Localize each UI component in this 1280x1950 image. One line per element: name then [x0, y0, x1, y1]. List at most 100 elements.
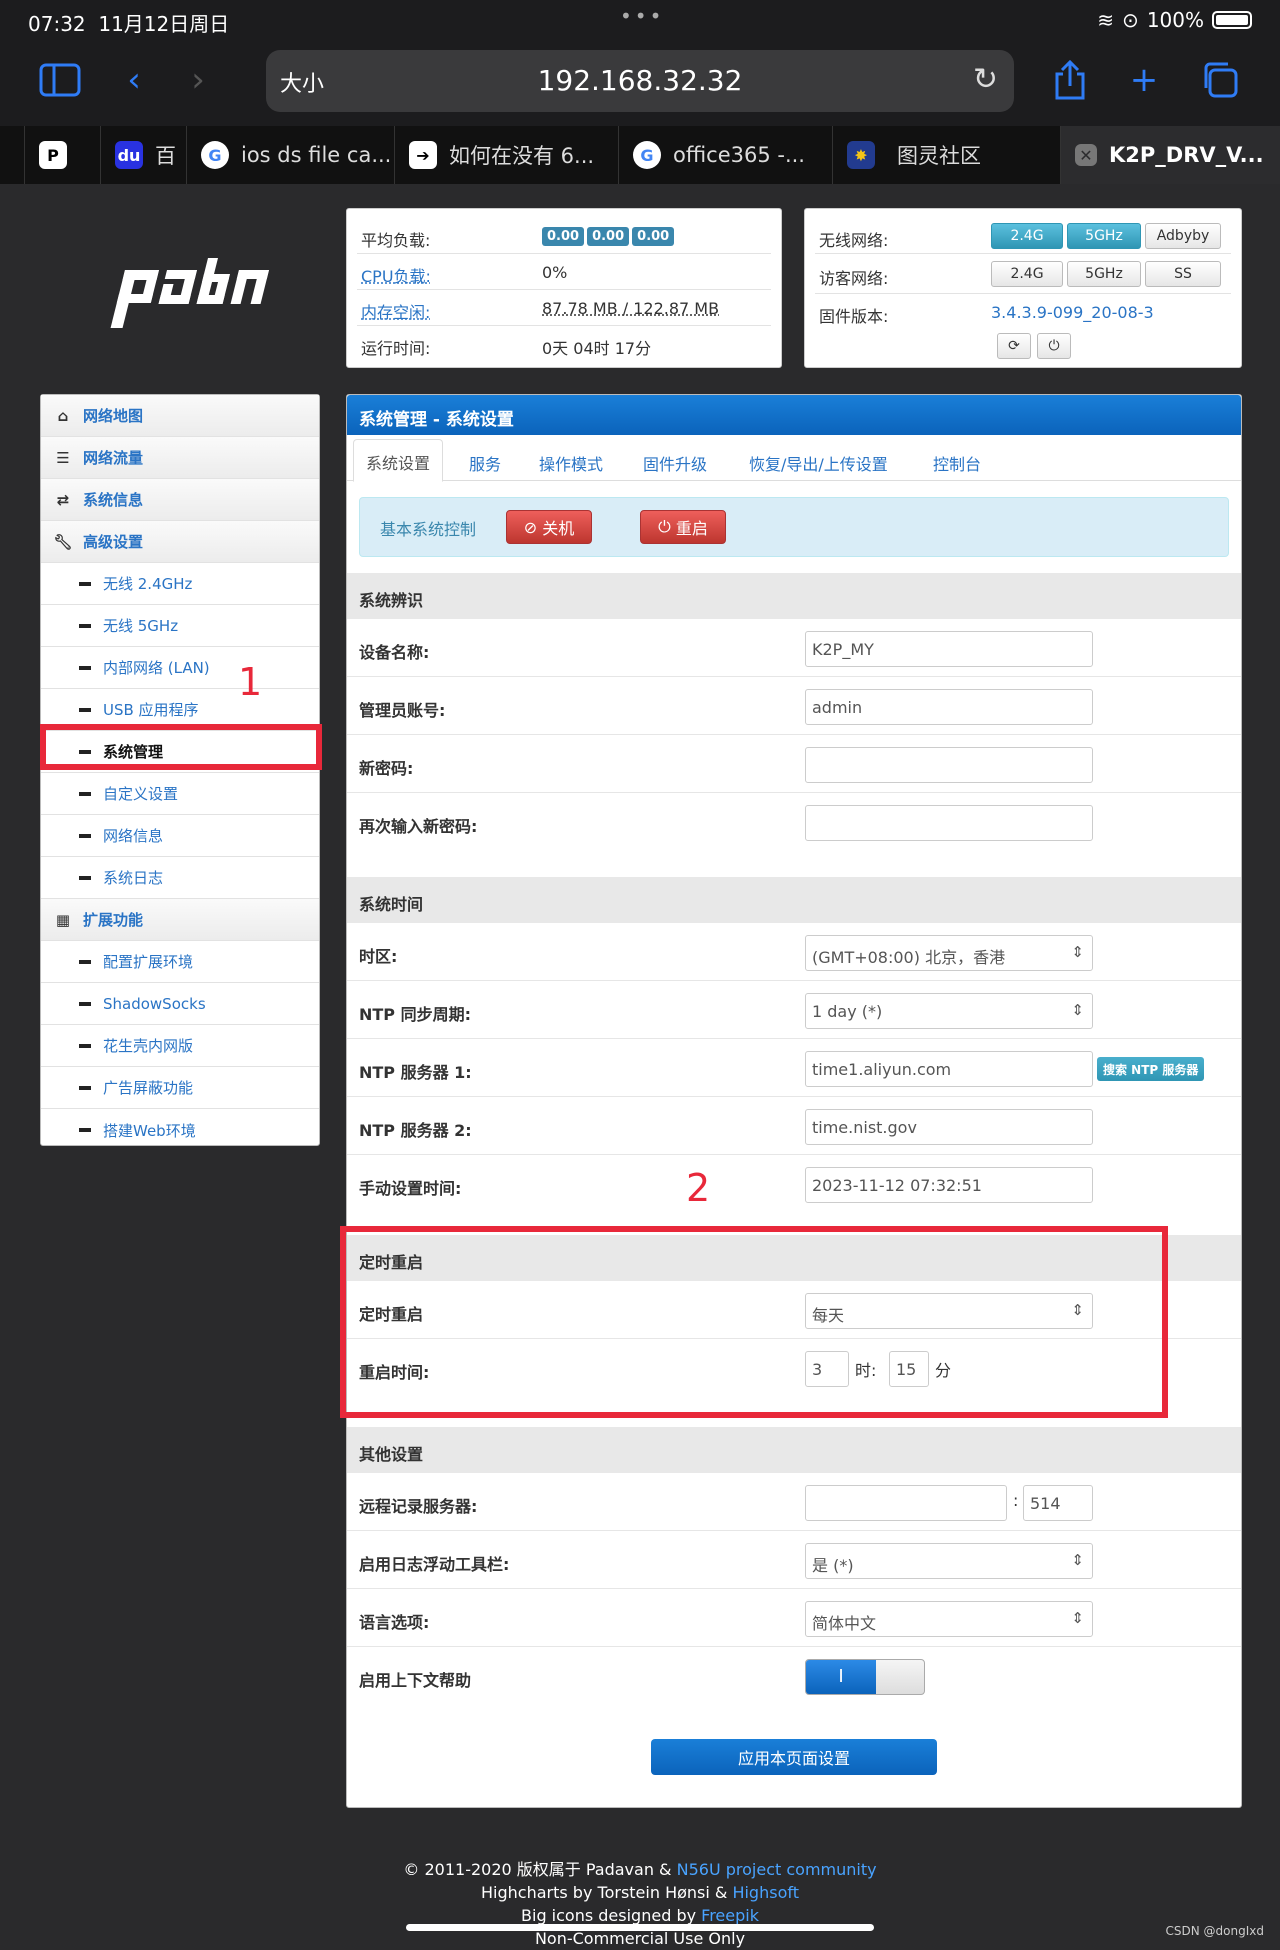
- sidebar-item-system-info[interactable]: ⇄ 系统信息: [41, 479, 319, 521]
- sidebar-item-custom[interactable]: 自定义设置: [41, 773, 319, 815]
- row-admin: 管理员账号:: [347, 677, 1241, 735]
- device-name-input[interactable]: [805, 631, 1093, 667]
- multitask-dots-icon[interactable]: •••: [620, 4, 664, 28]
- browser-tab[interactable]: G ios ds file ca...: [186, 126, 394, 184]
- wifi-2g-button[interactable]: 2.4G: [991, 223, 1063, 249]
- tab-console[interactable]: 控制台: [933, 451, 981, 475]
- row-new-password: 新密码:: [347, 735, 1241, 793]
- sidebar-item-traffic[interactable]: ☰ 网络流量: [41, 437, 319, 479]
- annotation-box-1: [40, 724, 322, 770]
- forward-icon[interactable]: ›: [174, 58, 222, 102]
- wrench-icon: 🔧︎: [53, 532, 73, 551]
- browser-tab[interactable]: ➔ 如何在没有 6...: [394, 126, 618, 184]
- admin-input[interactable]: [805, 689, 1093, 725]
- ntp2-label: NTP 服务器 2:: [359, 1121, 472, 1140]
- sidebar-item-lan[interactable]: 内部网络 (LAN): [41, 647, 319, 689]
- log-toolbar-select[interactable]: 是 (*): [805, 1543, 1093, 1579]
- sidebar-item-shadowsocks[interactable]: ShadowSocks: [41, 983, 319, 1025]
- reboot-button[interactable]: ⏻ 重启: [640, 510, 726, 544]
- ntp-period-select[interactable]: 1 day (*): [805, 993, 1093, 1029]
- browser-tab[interactable]: ✸ 图灵社区: [832, 126, 1060, 184]
- syslog-port-input[interactable]: [1023, 1485, 1093, 1521]
- share-icon[interactable]: [1046, 58, 1094, 102]
- sidebar-toggle-icon[interactable]: [36, 58, 84, 102]
- database-icon: ☰: [56, 448, 70, 467]
- ntp1-input[interactable]: [805, 1051, 1093, 1087]
- tab-firmware-upgrade[interactable]: 固件升级: [643, 451, 707, 475]
- guest-5g-button[interactable]: 5GHz: [1067, 261, 1141, 287]
- tab-restore-export[interactable]: 恢复/导出/上传设置: [749, 451, 888, 475]
- wifi-icon: ≋: [1097, 8, 1115, 32]
- tab-services[interactable]: 服务: [469, 451, 501, 475]
- browser-tab[interactable]: G office365 -...: [618, 126, 832, 184]
- wifi-5g-button[interactable]: 5GHz: [1067, 223, 1141, 249]
- highsoft-link[interactable]: Highsoft: [732, 1883, 799, 1902]
- row-language: 语言选项: 简体中文: [347, 1589, 1241, 1647]
- dash-icon: [79, 1128, 91, 1132]
- settings-tabs: 系统设置 服务 操作模式 固件升级 恢复/导出/上传设置 控制台: [347, 435, 1241, 482]
- browser-tab-strip: P du 百 G ios ds file ca... ➔ 如何在没有 6... …: [0, 126, 1280, 184]
- syslog-host-input[interactable]: [805, 1485, 1007, 1521]
- sidebar-item-oray[interactable]: 花生壳内网版: [41, 1025, 319, 1067]
- sidebar-item-advanced[interactable]: 🔧︎ 高级设置: [41, 521, 319, 563]
- apply-button[interactable]: 应用本页面设置: [651, 1739, 937, 1775]
- new-password-input[interactable]: [805, 747, 1093, 783]
- browser-tab-active[interactable]: ✕ K2P_DRV_V...: [1060, 126, 1280, 184]
- syslog-colon: :: [1013, 1491, 1019, 1510]
- row-ntp2: NTP 服务器 2:: [347, 1097, 1241, 1155]
- url-text[interactable]: 192.168.32.32: [266, 64, 1014, 97]
- status-time: 07:32 11月12日周日: [28, 12, 230, 36]
- tab-operation-mode[interactable]: 操作模式: [539, 451, 603, 475]
- new-tab-icon[interactable]: +: [1120, 58, 1168, 102]
- timezone-select[interactable]: (GMT+08:00) 北京，香港: [805, 935, 1093, 971]
- status-bar: 07:32 11月12日周日 ••• ≋ ⊙ 100%: [0, 0, 1280, 40]
- sidebar-item-adblock[interactable]: 广告屏蔽功能: [41, 1067, 319, 1109]
- uptime-label: 运行时间:: [361, 339, 431, 358]
- ss-button[interactable]: SS: [1145, 261, 1221, 287]
- n56u-community-link[interactable]: N56U project community: [677, 1860, 877, 1879]
- close-icon[interactable]: ✕: [1075, 144, 1097, 166]
- shutdown-button[interactable]: ⊘ 关机: [506, 510, 592, 544]
- manual-time-input[interactable]: [805, 1167, 1093, 1203]
- google-icon: G: [201, 141, 229, 169]
- home-indicator[interactable]: [406, 1924, 874, 1931]
- sidebar-item-network-info[interactable]: 网络信息: [41, 815, 319, 857]
- sidebar-item-wireless-5[interactable]: 无线 5GHz: [41, 605, 319, 647]
- adbyby-button[interactable]: Adbyby: [1145, 223, 1221, 249]
- page-title: 系统管理 - 系统设置: [347, 395, 1241, 435]
- row-syslog-server: 远程记录服务器: :: [347, 1473, 1241, 1531]
- search-ntp-button[interactable]: 搜索 NTP 服务器: [1097, 1057, 1205, 1081]
- dash-icon: [79, 665, 91, 670]
- guest-2g-button[interactable]: 2.4G: [991, 261, 1063, 287]
- browser-tab[interactable]: du 百: [100, 126, 186, 184]
- load-badge: 0.00: [587, 227, 630, 246]
- power-icon[interactable]: ⏻: [1037, 333, 1071, 359]
- confirm-password-input[interactable]: [805, 805, 1093, 841]
- cpu-load-link[interactable]: CPU负载:: [361, 263, 431, 287]
- tab-system-settings[interactable]: 系统设置: [353, 439, 444, 482]
- main-panel: 系统管理 - 系统设置 系统设置 服务 操作模式 固件升级 恢复/导出/上传设置…: [346, 394, 1242, 1808]
- language-select[interactable]: 简体中文: [805, 1601, 1093, 1637]
- address-bar[interactable]: 大小 192.168.32.32 ↻: [266, 50, 1014, 112]
- back-icon[interactable]: ‹: [110, 58, 158, 102]
- sidebar-item-wireless-24[interactable]: 无线 2.4GHz: [41, 563, 319, 605]
- sidebar-item-web-env[interactable]: 搭建Web环境: [41, 1109, 319, 1151]
- reload-icon[interactable]: ↻: [973, 62, 998, 97]
- browser-tab[interactable]: P: [24, 126, 100, 184]
- row-ntp1: NTP 服务器 1: 搜索 NTP 服务器: [347, 1039, 1241, 1097]
- memory-free-link[interactable]: 内存空闲:: [361, 299, 430, 323]
- icons-credit: Big icons designed by: [521, 1906, 702, 1925]
- sidebar-item-syslog[interactable]: 系统日志: [41, 857, 319, 899]
- ntp2-input[interactable]: [805, 1109, 1093, 1145]
- firmware-version-link[interactable]: 3.4.3.9-099_20-08-3: [991, 303, 1154, 322]
- freepik-link[interactable]: Freepik: [701, 1906, 759, 1925]
- annotation-number-1: 1: [238, 660, 263, 704]
- row-log-toolbar: 启用日志浮动工具栏: 是 (*): [347, 1531, 1241, 1589]
- sidebar-item-ext-env[interactable]: 配置扩展环境: [41, 941, 319, 983]
- sidebar-item-extensions[interactable]: ▦ 扩展功能: [41, 899, 319, 941]
- context-help-toggle[interactable]: I: [805, 1659, 925, 1695]
- sidebar-item-network-map[interactable]: ⌂ 网络地图: [41, 395, 319, 437]
- dash-icon: [79, 581, 91, 586]
- refresh-icon[interactable]: ⟳: [997, 333, 1031, 359]
- tabs-overview-icon[interactable]: [1196, 58, 1244, 102]
